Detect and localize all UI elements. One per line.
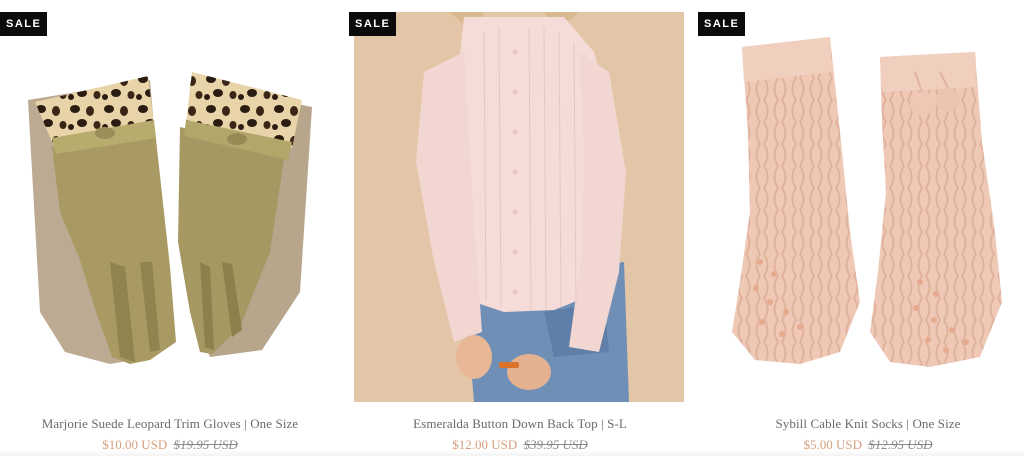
- socks-image: [732, 37, 1002, 367]
- product-title[interactable]: Esmeralda Button Down Back Top | S-L: [350, 416, 690, 432]
- sale-badge: SALE: [0, 12, 48, 36]
- sweater-image: [354, 12, 684, 402]
- product-card-sweater[interactable]: SALE Esmeralda Button Down Back Top | S-…: [344, 0, 684, 456]
- product-image-gloves[interactable]: [0, 12, 340, 402]
- product-title[interactable]: Marjorie Suede Leopard Trim Gloves | One…: [0, 416, 340, 432]
- product-card-gloves[interactable]: SALE Marjorie Suede Leopard Trim Gloves …: [0, 0, 340, 456]
- sale-badge: SALE: [698, 12, 746, 36]
- product-title[interactable]: Sybill Cable Knit Socks | One Size: [698, 416, 1024, 432]
- sale-badge: SALE: [349, 12, 397, 36]
- bottom-edge: [0, 450, 1024, 456]
- product-card-socks[interactable]: SALE Sybill Cable Knit Socks | One Size …: [690, 0, 1024, 456]
- gloves-image: [28, 72, 312, 364]
- product-image-socks[interactable]: [690, 12, 1024, 402]
- product-image-sweater[interactable]: [354, 12, 684, 402]
- product-grid: SALE Marjorie Suede Leopard Trim Gloves …: [0, 0, 1024, 456]
